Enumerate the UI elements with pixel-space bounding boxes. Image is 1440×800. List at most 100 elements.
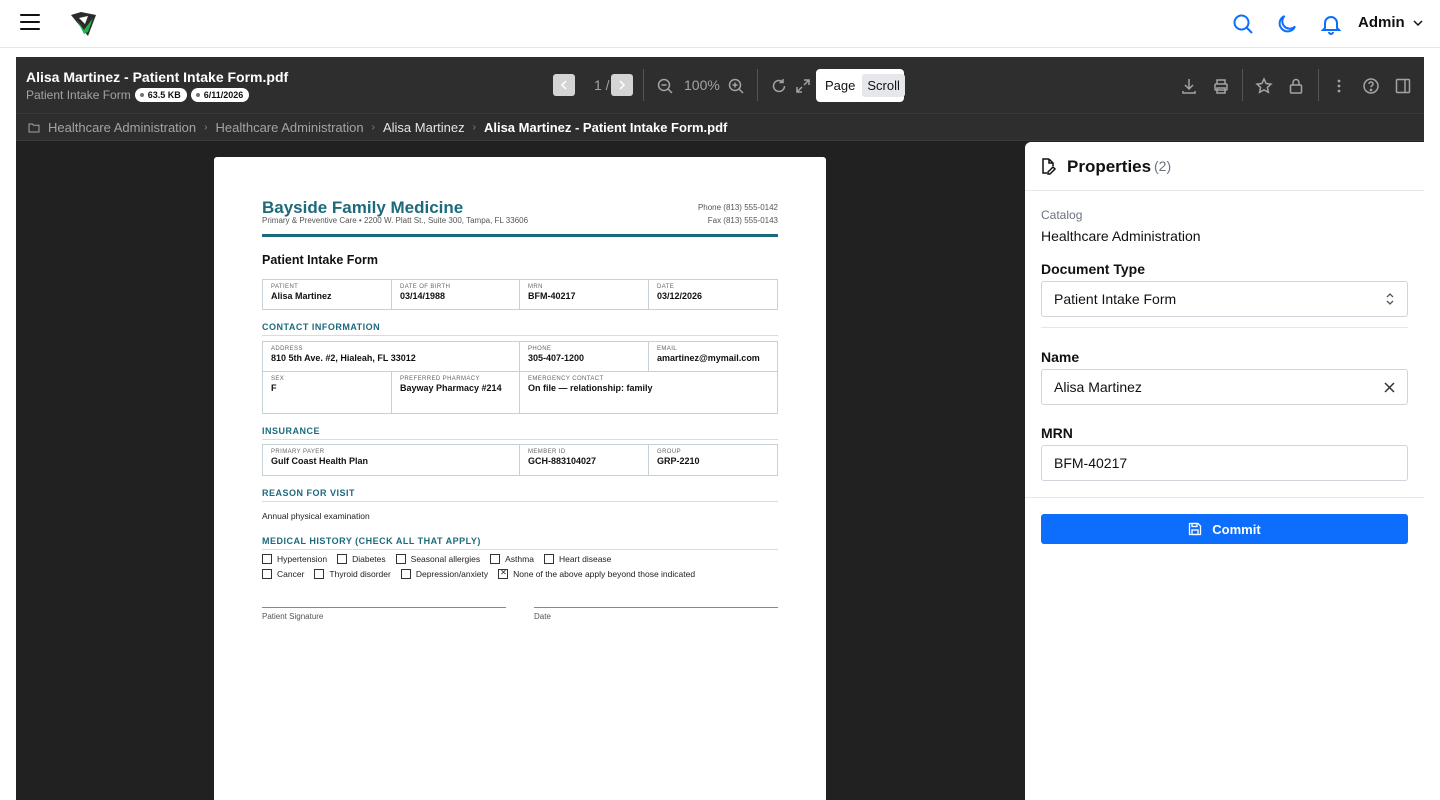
commit-label: Commit [1212, 521, 1261, 537]
menu-icon[interactable] [20, 14, 40, 32]
sidebar-toggle-icon[interactable] [1394, 77, 1412, 95]
breadcrumb-folder[interactable]: Healthcare Administration [215, 120, 363, 135]
divider [643, 69, 644, 101]
checkbox [262, 554, 272, 564]
checkbox [262, 569, 272, 579]
document-subtitle: Patient Intake Form 63.5 KB 6/11/2026 [26, 88, 250, 102]
lock-icon[interactable] [1287, 77, 1305, 95]
checkbox-item: Asthma [490, 554, 534, 564]
clear-icon[interactable] [1384, 382, 1395, 393]
scroll-mode-button[interactable]: Scroll [862, 74, 905, 97]
checkbox-item: Seasonal allergies [395, 554, 480, 564]
fullscreen-icon[interactable] [794, 77, 812, 95]
checkbox [400, 569, 411, 579]
file-edit-icon [1042, 158, 1057, 175]
checkbox [543, 554, 554, 564]
help-icon[interactable] [1362, 77, 1380, 95]
divider [1041, 327, 1408, 328]
section-heading: REASON FOR VISIT [262, 488, 778, 502]
print-icon[interactable] [1212, 77, 1230, 95]
commit-button[interactable]: Commit [1041, 514, 1408, 544]
name-label: Name [1041, 349, 1080, 365]
view-mode-toggle: Page Scroll [816, 69, 905, 102]
pdf-page: Bayside Family Medicine Primary & Preven… [214, 157, 826, 800]
divider [1025, 497, 1424, 498]
clinic-contact: Phone (813) 555-0142 Fax (813) 555-0143 [698, 201, 778, 227]
file-size-badge: 63.5 KB [134, 88, 187, 102]
properties-title: Properties [1067, 157, 1152, 176]
star-icon[interactable] [1255, 77, 1273, 95]
page-mode-button[interactable]: Page [820, 74, 860, 97]
breadcrumb-patient[interactable]: Alisa Martinez [383, 120, 465, 135]
form-cell: Sex F [263, 372, 392, 413]
checkbox-item: Diabetes [337, 554, 386, 564]
history-row-1: Hypertension Diabetes Seasonal allergies… [262, 554, 621, 564]
more-options-icon[interactable] [1330, 77, 1348, 95]
folder-icon [28, 123, 40, 132]
form-cell: Address 810 5th Ave. #2, Hialeah, FL 3301… [263, 342, 520, 371]
document-type-label: Document Type [1041, 261, 1145, 277]
top-bar: Admin [0, 0, 1440, 48]
checkbox [314, 569, 325, 579]
checkbox-item: Depression/anxiety [400, 569, 488, 579]
checkbox [395, 554, 406, 564]
form-cell: Date 03/12/2026 [657, 284, 703, 301]
form-cell: Member ID GCH-883104027 [520, 445, 649, 475]
signature-line [262, 607, 506, 608]
section-heading: MEDICAL HISTORY (CHECK ALL THAT APPLY) [262, 536, 778, 550]
name-field[interactable]: Alisa Martinez [1041, 369, 1408, 405]
prev-page-button[interactable] [553, 74, 575, 96]
signature-label: Patient Signature [262, 612, 324, 621]
properties-count: (2) [1154, 158, 1172, 174]
download-icon[interactable] [1180, 77, 1198, 95]
checkbox-checked [498, 568, 509, 579]
mrn-label: MRN [1041, 425, 1073, 441]
checkbox-item: Heart disease [543, 554, 611, 564]
section-heading: CONTACT INFORMATION [262, 322, 778, 336]
divider [1242, 69, 1243, 101]
document-title: Alisa Martinez - Patient Intake Form.pdf [26, 69, 289, 85]
chevron-right-icon [619, 80, 626, 90]
date-line [534, 607, 778, 608]
date-label: Date [534, 612, 551, 621]
form-cell: Email amartinez@mymail.com [657, 346, 760, 363]
mrn-value: BFM-40217 [1054, 455, 1128, 471]
chevron-right-icon: › [472, 121, 476, 133]
reason-text: Annual physical examination [262, 511, 370, 521]
form-title: Patient Intake Form [262, 253, 378, 267]
header-rule [262, 234, 778, 237]
breadcrumb-current: Alisa Martinez - Patient Intake Form.pdf [483, 119, 728, 135]
form-cell: Primary Payer Gulf Coast Health Plan [263, 445, 520, 475]
document-type: Patient Intake Form [26, 88, 131, 102]
catalog-label: Catalog [1041, 208, 1083, 222]
mrn-field[interactable]: BFM-40217 [1041, 445, 1408, 481]
search-icon[interactable] [1231, 12, 1255, 36]
form-cell: Group GRP-2210 [657, 449, 700, 466]
form-cell: Phone 305-407-1200 [520, 342, 649, 371]
user-menu[interactable]: Admin [1358, 14, 1423, 31]
checkbox-item: Cancer [262, 569, 304, 579]
checkbox-item: None of the above apply beyond those ind… [498, 568, 695, 579]
zoom-in-icon[interactable] [727, 77, 745, 95]
divider [1318, 69, 1319, 101]
next-page-button[interactable] [611, 74, 633, 96]
document-type-select[interactable]: Patient Intake Form [1041, 281, 1408, 317]
divider [757, 69, 758, 101]
select-chevrons-icon [1386, 293, 1394, 305]
rotate-icon[interactable] [770, 77, 788, 95]
breadcrumb: Healthcare Administration › Healthcare A… [16, 114, 1424, 141]
breadcrumb-catalog[interactable]: Healthcare Administration [48, 120, 196, 135]
form-cell: MRN BFM-40217 [520, 280, 649, 309]
chevron-right-icon: › [204, 121, 208, 133]
bell-icon[interactable] [1319, 12, 1343, 36]
zoom-out-icon[interactable] [656, 77, 674, 95]
form-cell: Date of Birth 03/14/1988 [392, 280, 520, 309]
insurance-grid: Primary Payer Gulf Coast Health Plan Memb… [262, 444, 778, 476]
zoom-level: 100% [684, 77, 720, 93]
app-logo[interactable] [68, 8, 100, 40]
form-cell: Patient Alisa Martinez [263, 280, 392, 309]
dark-mode-icon[interactable] [1275, 12, 1299, 36]
properties-header: Properties (2) [1025, 142, 1424, 191]
contact-grid-row1: Address 810 5th Ave. #2, Hialeah, FL 3301… [262, 341, 778, 371]
chevron-down-icon [1413, 19, 1423, 26]
